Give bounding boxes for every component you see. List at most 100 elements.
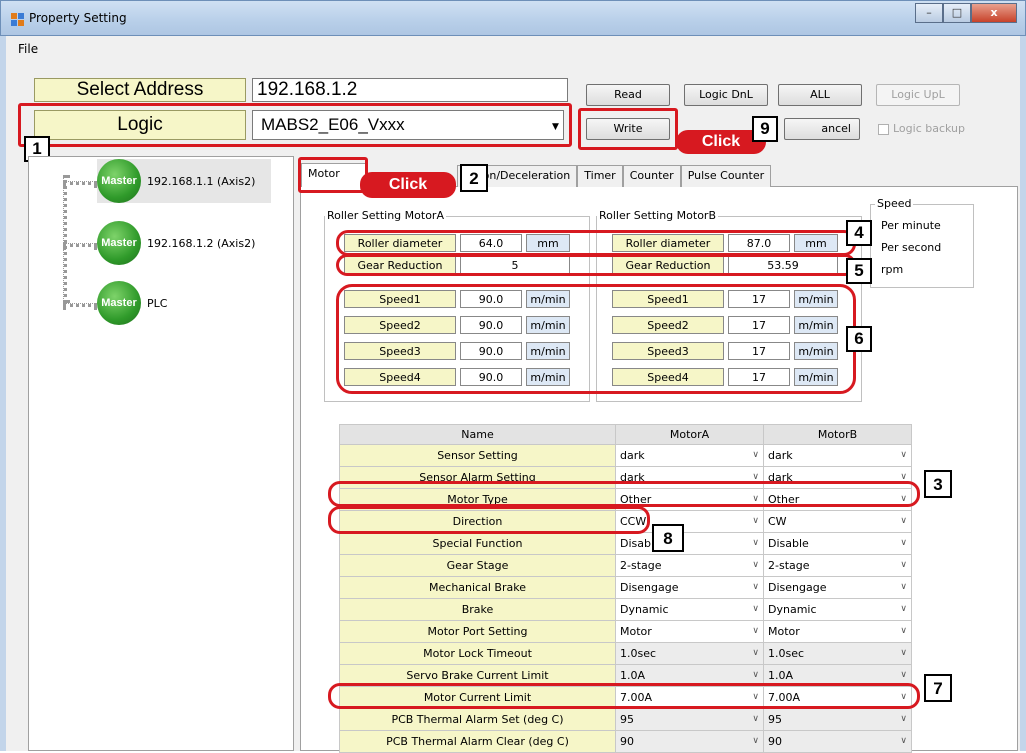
- callout-6: 6: [846, 326, 872, 352]
- chevron-down-icon: ∨: [900, 538, 907, 548]
- grid-value: Disab: [620, 537, 651, 550]
- table-row: Mechanical Brake Disengage ∨ Disengage ∨: [339, 576, 912, 599]
- grid-header-motor-b: MotorB: [763, 424, 912, 445]
- chevron-down-icon: ∨: [900, 626, 907, 636]
- motor-a-title: Roller Setting MotorA: [325, 209, 446, 222]
- grid-cell-name: Gear Stage: [339, 554, 616, 577]
- address-input[interactable]: 192.168.1.2: [252, 78, 568, 102]
- tree-node-label: 192.168.1.1 (Axis2): [147, 174, 256, 188]
- select-address-label: Select Address: [34, 78, 246, 102]
- read-button[interactable]: Read: [586, 84, 670, 106]
- grid-cell-name: Special Function: [339, 532, 616, 555]
- grid-cell-name: PCB Thermal Alarm Set (deg C): [339, 708, 616, 731]
- callout-7: 7: [924, 674, 952, 702]
- grid-cell-motor-b[interactable]: 90 ∨: [763, 730, 912, 753]
- grid-cell-name: Motor Port Setting: [339, 620, 616, 643]
- grid-cell-motor-b[interactable]: 1.0sec ∨: [763, 642, 912, 665]
- master-icon: Master: [97, 281, 141, 325]
- grid-value: Motor: [768, 625, 800, 638]
- tab-timer[interactable]: Timer: [577, 165, 623, 187]
- checkbox-icon: [878, 123, 889, 135]
- tree-connector: [63, 175, 67, 303]
- chevron-down-icon: ∨: [900, 736, 907, 746]
- grid-cell-motor-b[interactable]: Disable ∨: [763, 532, 912, 555]
- logic-upl-button[interactable]: Logic UpL: [876, 84, 960, 106]
- callout-2: 2: [460, 164, 488, 192]
- close-button[interactable]: x: [971, 3, 1017, 23]
- speed-per-minute-option[interactable]: Per minute: [881, 219, 941, 232]
- grid-cell-motor-a[interactable]: 2-stage ∨: [615, 554, 764, 577]
- master-icon: Master: [97, 159, 141, 203]
- chevron-down-icon: ∨: [752, 670, 759, 680]
- logic-dnl-button[interactable]: Logic DnL: [684, 84, 768, 106]
- table-row: PCB Thermal Alarm Set (deg C) 95 ∨ 95 ∨: [339, 708, 912, 731]
- chevron-down-icon: ∨: [752, 604, 759, 614]
- speed-group: Speed Per minute Per second rpm: [870, 197, 974, 288]
- grid-value: 1.0A: [768, 669, 794, 682]
- grid-cell-motor-a[interactable]: 90 ∨: [615, 730, 764, 753]
- chevron-down-icon: ∨: [900, 450, 907, 460]
- table-row: Brake Dynamic ∨ Dynamic ∨: [339, 598, 912, 621]
- callout-box-2: [298, 157, 368, 193]
- tab-pulse-counter[interactable]: Pulse Counter: [680, 165, 772, 187]
- grid-cell-motor-a[interactable]: 95 ∨: [615, 708, 764, 731]
- grid-cell-motor-b[interactable]: Motor ∨: [763, 620, 912, 643]
- grid-cell-motor-a[interactable]: Disab ∨: [615, 532, 764, 555]
- callout-box-7: [328, 683, 920, 709]
- callout-4: 4: [846, 220, 872, 246]
- grid-value: Motor: [620, 625, 652, 638]
- chevron-down-icon: ∨: [900, 714, 907, 724]
- chevron-down-icon: ∨: [900, 670, 907, 680]
- grid-cell-motor-a[interactable]: Disengage ∨: [615, 576, 764, 599]
- speed-per-second-option[interactable]: Per second: [881, 241, 941, 254]
- grid-cell-name: Sensor Setting: [339, 444, 616, 467]
- grid-cell-name: PCB Thermal Alarm Clear (deg C): [339, 730, 616, 753]
- grid-cell-motor-b[interactable]: dark ∨: [763, 444, 912, 467]
- grid-cell-motor-b[interactable]: Disengage ∨: [763, 576, 912, 599]
- grid-cell-name: Mechanical Brake: [339, 576, 616, 599]
- grid-header-motor-a: MotorA: [615, 424, 764, 445]
- table-row: Motor Port Setting Motor ∨ Motor ∨: [339, 620, 912, 643]
- grid-cell-motor-a[interactable]: Motor ∨: [615, 620, 764, 643]
- chevron-down-icon: ∨: [752, 450, 759, 460]
- logic-backup-label: Logic backup: [893, 122, 966, 135]
- chevron-down-icon: ∨: [752, 516, 759, 526]
- chevron-down-icon: ∨: [752, 582, 759, 592]
- cancel-button[interactable]: ancel: [784, 118, 860, 140]
- grid-cell-motor-b[interactable]: 2-stage ∨: [763, 554, 912, 577]
- grid-value: 90: [768, 735, 782, 748]
- callout-box-5: [336, 254, 856, 276]
- tab-counter[interactable]: Counter: [622, 165, 681, 187]
- chevron-down-icon: ∨: [900, 582, 907, 592]
- tree-connector: [63, 181, 97, 185]
- tree-connector: [63, 243, 97, 247]
- grid-cell-motor-b[interactable]: CW ∨: [763, 510, 912, 533]
- grid-cell-motor-a[interactable]: dark ∨: [615, 444, 764, 467]
- minimize-button[interactable]: –: [915, 3, 943, 23]
- tree-node[interactable]: Master 192.168.1.2 (Axis2): [97, 221, 255, 265]
- grid-value: 2-stage: [620, 559, 662, 572]
- title-bar: Property Setting – □ x: [0, 0, 1026, 36]
- callout-box-8: [328, 506, 650, 534]
- chevron-down-icon: ∨: [900, 560, 907, 570]
- tree-node[interactable]: Master PLC: [97, 281, 167, 325]
- maximize-button[interactable]: □: [943, 3, 971, 23]
- grid-cell-motor-b[interactable]: 95 ∨: [763, 708, 912, 731]
- logic-backup-checkbox[interactable]: Logic backup: [878, 122, 965, 135]
- speed-rpm-option[interactable]: rpm: [881, 263, 903, 276]
- callout-8: 8: [652, 524, 684, 552]
- grid-value: Dynamic: [768, 603, 817, 616]
- tree-node[interactable]: Master 192.168.1.1 (Axis2): [97, 159, 272, 203]
- grid-cell-motor-a[interactable]: 1.0sec ∨: [615, 642, 764, 665]
- grid-cell-motor-a[interactable]: Dynamic ∨: [615, 598, 764, 621]
- all-button[interactable]: ALL: [778, 84, 862, 106]
- callout-box-4: [336, 230, 856, 256]
- menu-file[interactable]: File: [18, 42, 38, 56]
- grid-value: 95: [620, 713, 634, 726]
- grid-cell-motor-b[interactable]: Dynamic ∨: [763, 598, 912, 621]
- tree-connector: [63, 303, 97, 307]
- table-row: Sensor Setting dark ∨ dark ∨: [339, 444, 912, 467]
- device-tree: Master 192.168.1.1 (Axis2) Master 192.16…: [28, 156, 294, 751]
- callout-box-6: [336, 284, 856, 394]
- motor-b-title: Roller Setting MotorB: [597, 209, 718, 222]
